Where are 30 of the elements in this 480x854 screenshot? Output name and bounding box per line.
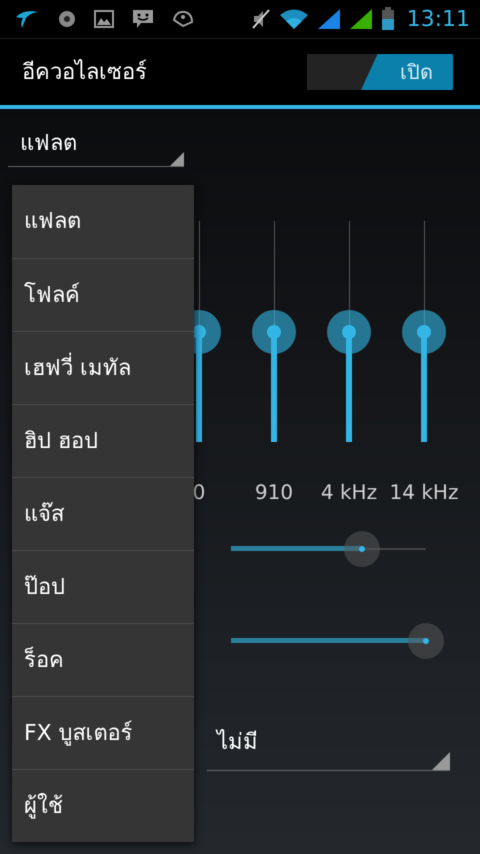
battery-icon [380,7,395,31]
preset-option[interactable]: เฮฟวี่ เมทัล [12,331,194,404]
screen-title: อีควอไลเซอร์ [22,58,148,86]
chat-smiley-icon [132,9,154,29]
wifi-icon [278,8,309,30]
corner-triangle-icon [432,752,450,770]
signal-icon [348,8,373,30]
clock-time: 13:11 [406,6,470,34]
disc-icon [58,10,76,28]
preset-option[interactable]: โฟลค์ [12,258,194,331]
preset-option[interactable]: ร็อค [12,623,194,696]
preset-spinner[interactable]: แฟลต [8,121,184,167]
image-icon [94,10,114,28]
helmet-icon [172,10,194,28]
band-frequency-label: 910 [254,479,294,506]
corner-triangle-icon [170,152,184,166]
preset-option[interactable]: ผู้ใช้ [12,769,194,842]
preset-option[interactable]: ป๊อป [12,550,194,623]
signal-icon [316,8,341,30]
reverb-spinner[interactable]: ไม่มี [207,714,450,771]
band-frequency-label: 0 [192,479,206,506]
bird-logo-icon [14,9,40,29]
preset-option[interactable]: แฟลต [12,185,194,258]
preset-option[interactable]: ฮิป ฮอป [12,404,194,477]
toggle-switch[interactable]: เปิด [307,54,453,90]
preset-option[interactable]: แจ๊ส [12,477,194,550]
preset-option[interactable]: FX บูสเตอร์ [12,696,194,769]
band-frequency-label: 14 kHz [388,479,460,506]
band-frequency-label: 4 kHz [320,479,378,506]
muted-speaker-icon [250,9,271,29]
